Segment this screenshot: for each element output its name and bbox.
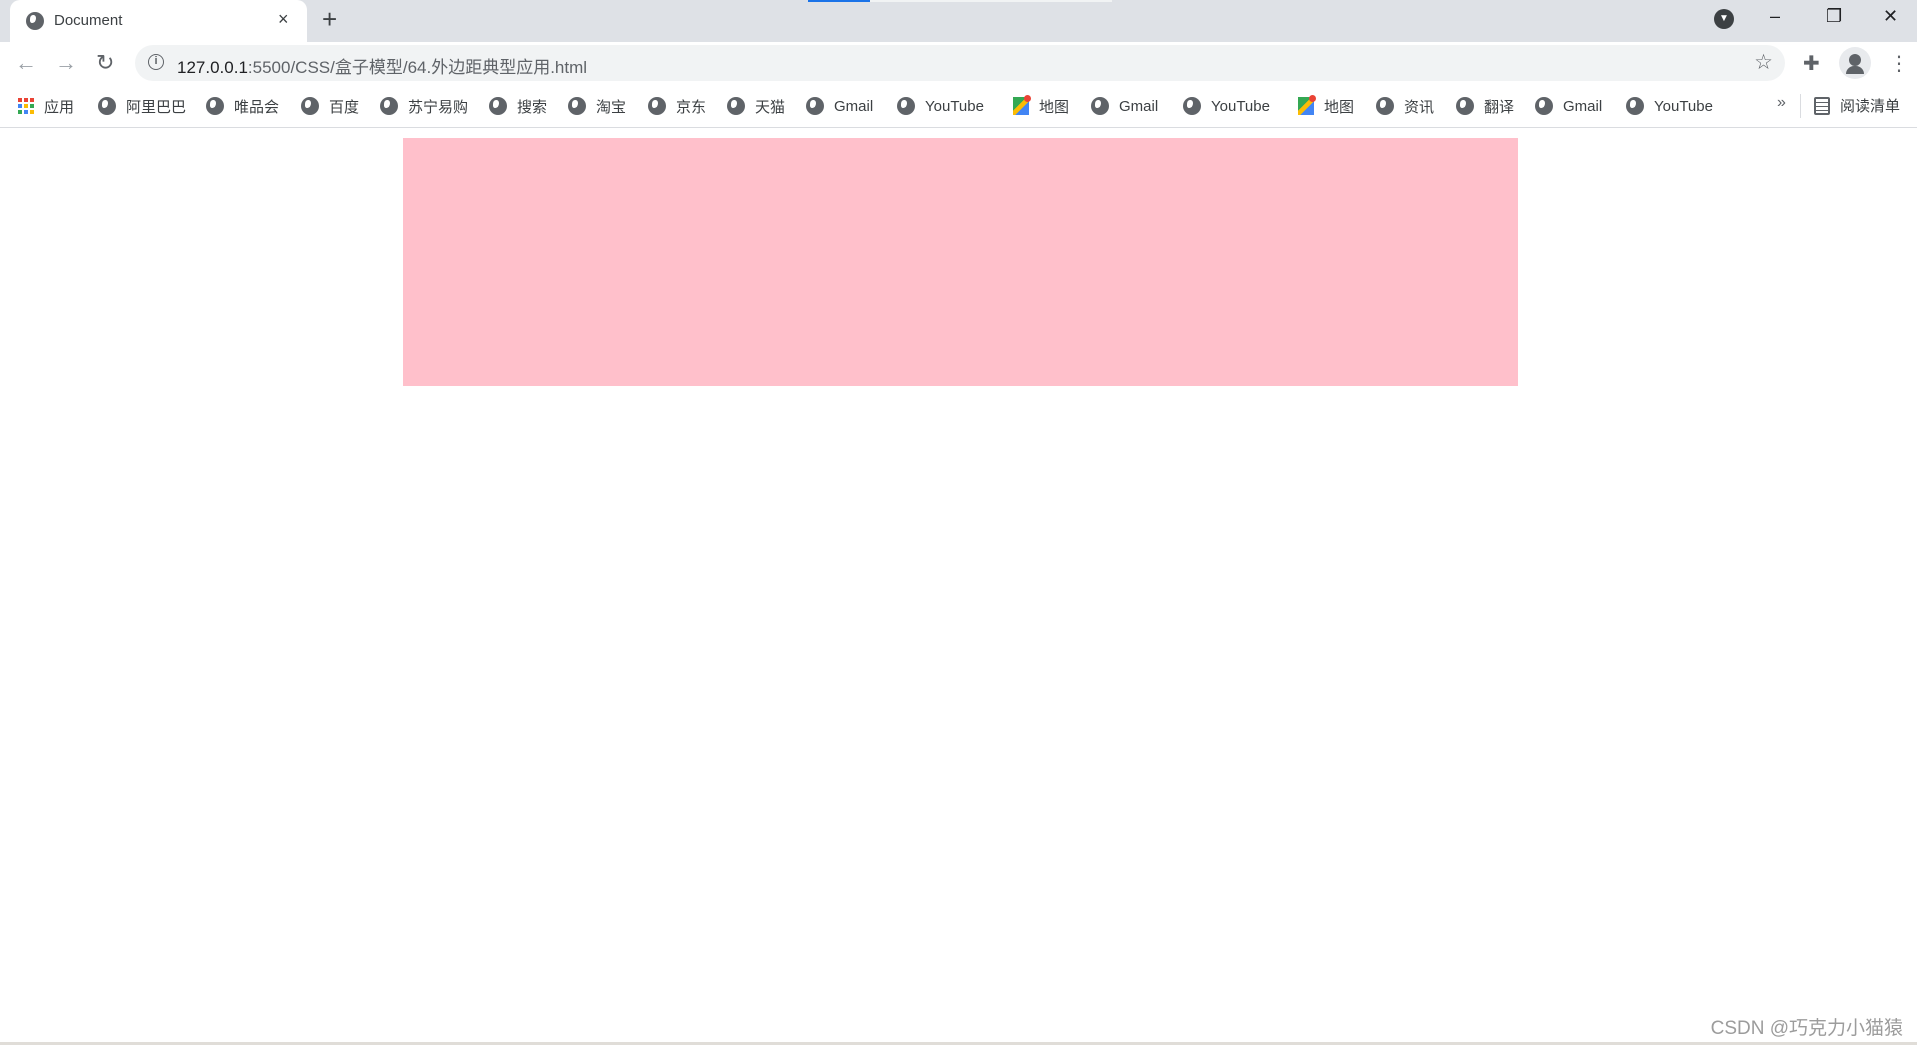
globe-icon xyxy=(568,97,586,115)
bookmark-label: YouTube xyxy=(925,97,984,115)
loading-indicator xyxy=(808,0,870,2)
globe-icon xyxy=(1376,97,1394,115)
tab-document[interactable]: Document × xyxy=(10,0,307,42)
bookmark-label: 淘宝 xyxy=(596,98,627,116)
new-tab-button[interactable]: + xyxy=(322,4,337,35)
bookmark-label: 百度 xyxy=(329,98,360,116)
reading-list-label: 阅读清单 xyxy=(1840,98,1901,115)
tab-strip: Document × + ▼ – ❐ ✕ xyxy=(0,0,1917,42)
globe-icon xyxy=(1535,97,1553,115)
maps-icon xyxy=(1298,95,1316,115)
bookmark-item[interactable]: Gmail xyxy=(1091,95,1158,117)
bookmark-label: 应用 xyxy=(44,98,75,116)
bookmark-item[interactable]: 地图 xyxy=(1298,95,1354,117)
bookmark-item[interactable]: YouTube xyxy=(1626,95,1713,117)
globe-icon xyxy=(26,12,44,30)
globe-icon xyxy=(98,97,116,115)
bookmark-item[interactable]: 苏宁易购 xyxy=(380,95,468,117)
bookmark-item[interactable]: 百度 xyxy=(301,95,359,117)
bookmark-separator xyxy=(1800,94,1801,118)
bookmark-item[interactable]: 搜索 xyxy=(489,95,547,117)
bookmarks-bar: 应用 阿里巴巴 唯品会 百度 苏宁易购 搜索 淘宝 京东 天猫 Gmail Yo… xyxy=(0,84,1917,128)
tab-divider xyxy=(870,0,1112,2)
bookmark-label: 翻译 xyxy=(1484,98,1515,116)
toolbar: ← → ↻ i 127.0.0.1:5500/CSS/盒子模型/64.外边距典型… xyxy=(0,42,1917,84)
bookmark-item[interactable]: 淘宝 xyxy=(568,95,626,117)
info-icon[interactable]: i xyxy=(148,54,164,70)
bookmark-item[interactable]: 阿里巴巴 xyxy=(98,95,186,117)
bookmark-item[interactable]: 地图 xyxy=(1013,95,1069,117)
minimize-button[interactable]: – xyxy=(1770,6,1780,27)
bookmark-label: 搜索 xyxy=(517,98,548,116)
bookmark-star-icon[interactable]: ☆ xyxy=(1754,50,1773,75)
reading-list-button[interactable]: 阅读清单 xyxy=(1814,95,1900,116)
close-window-button[interactable]: ✕ xyxy=(1883,6,1898,27)
bookmark-label: YouTube xyxy=(1654,97,1713,115)
pink-box xyxy=(403,138,1518,386)
maps-icon xyxy=(1013,95,1031,115)
globe-icon xyxy=(1183,97,1201,115)
globe-icon xyxy=(897,97,915,115)
bookmark-label: 苏宁易购 xyxy=(408,98,469,116)
reload-button[interactable]: ↻ xyxy=(96,50,114,76)
url-path: :5500/CSS/盒子模型/64.外边距典型应用.html xyxy=(247,58,588,77)
bookmark-label: Gmail xyxy=(1119,97,1159,115)
more-bookmarks-button[interactable]: » xyxy=(1777,94,1786,112)
bookmark-item[interactable]: YouTube xyxy=(1183,95,1270,117)
apps-icon xyxy=(18,98,34,114)
close-tab-icon[interactable]: × xyxy=(278,9,289,30)
bookmark-item[interactable]: 资讯 xyxy=(1376,95,1434,117)
profile-avatar[interactable] xyxy=(1839,47,1871,79)
bookmark-label: 地图 xyxy=(1324,98,1355,116)
menu-icon[interactable]: ⋮ xyxy=(1889,51,1909,76)
forward-button[interactable]: → xyxy=(55,50,77,76)
bookmark-item[interactable]: Gmail xyxy=(806,95,873,117)
globe-icon xyxy=(380,97,398,115)
bookmark-label: 天猫 xyxy=(755,98,786,116)
globe-icon xyxy=(301,97,319,115)
watermark: CSDN @巧克力小猫猿 xyxy=(1710,1018,1903,1039)
bookmark-label: Gmail xyxy=(834,97,874,115)
tab-title: Document xyxy=(54,12,123,29)
bookmark-label: 资讯 xyxy=(1404,98,1435,116)
bookmark-label: 地图 xyxy=(1039,98,1070,116)
back-button[interactable]: ← xyxy=(15,50,37,76)
bookmark-label: Gmail xyxy=(1563,97,1603,115)
bookmark-label: 唯品会 xyxy=(234,98,280,116)
bookmark-item[interactable]: 翻译 xyxy=(1456,95,1514,117)
globe-icon xyxy=(727,97,745,115)
bookmark-label: 阿里巴巴 xyxy=(126,98,187,116)
address-bar[interactable]: i 127.0.0.1:5500/CSS/盒子模型/64.外边距典型应用.htm… xyxy=(135,45,1785,81)
globe-icon xyxy=(806,97,824,115)
bookmark-item[interactable]: 天猫 xyxy=(727,95,785,117)
restore-button[interactable]: ❐ xyxy=(1826,6,1842,27)
bookmark-label: YouTube xyxy=(1211,97,1270,115)
globe-icon xyxy=(1091,97,1109,115)
globe-icon xyxy=(1626,97,1644,115)
url-text[interactable]: 127.0.0.1:5500/CSS/盒子模型/64.外边距典型应用.html xyxy=(177,53,587,78)
extensions-icon[interactable]: ✚ xyxy=(1803,51,1820,76)
bookmark-apps[interactable]: 应用 xyxy=(18,95,74,117)
bookmark-item[interactable]: YouTube xyxy=(897,95,984,117)
bookmark-label: 京东 xyxy=(676,98,707,116)
tab-search-icon[interactable]: ▼ xyxy=(1714,9,1734,29)
globe-icon xyxy=(206,97,224,115)
bookmark-item[interactable]: Gmail xyxy=(1535,95,1602,117)
globe-icon xyxy=(489,97,507,115)
globe-icon xyxy=(648,97,666,115)
reading-list-icon xyxy=(1814,96,1830,115)
bookmark-item[interactable]: 京东 xyxy=(648,95,706,117)
globe-icon xyxy=(1456,97,1474,115)
url-host: 127.0.0.1 xyxy=(177,58,248,77)
bookmark-item[interactable]: 唯品会 xyxy=(206,95,279,117)
